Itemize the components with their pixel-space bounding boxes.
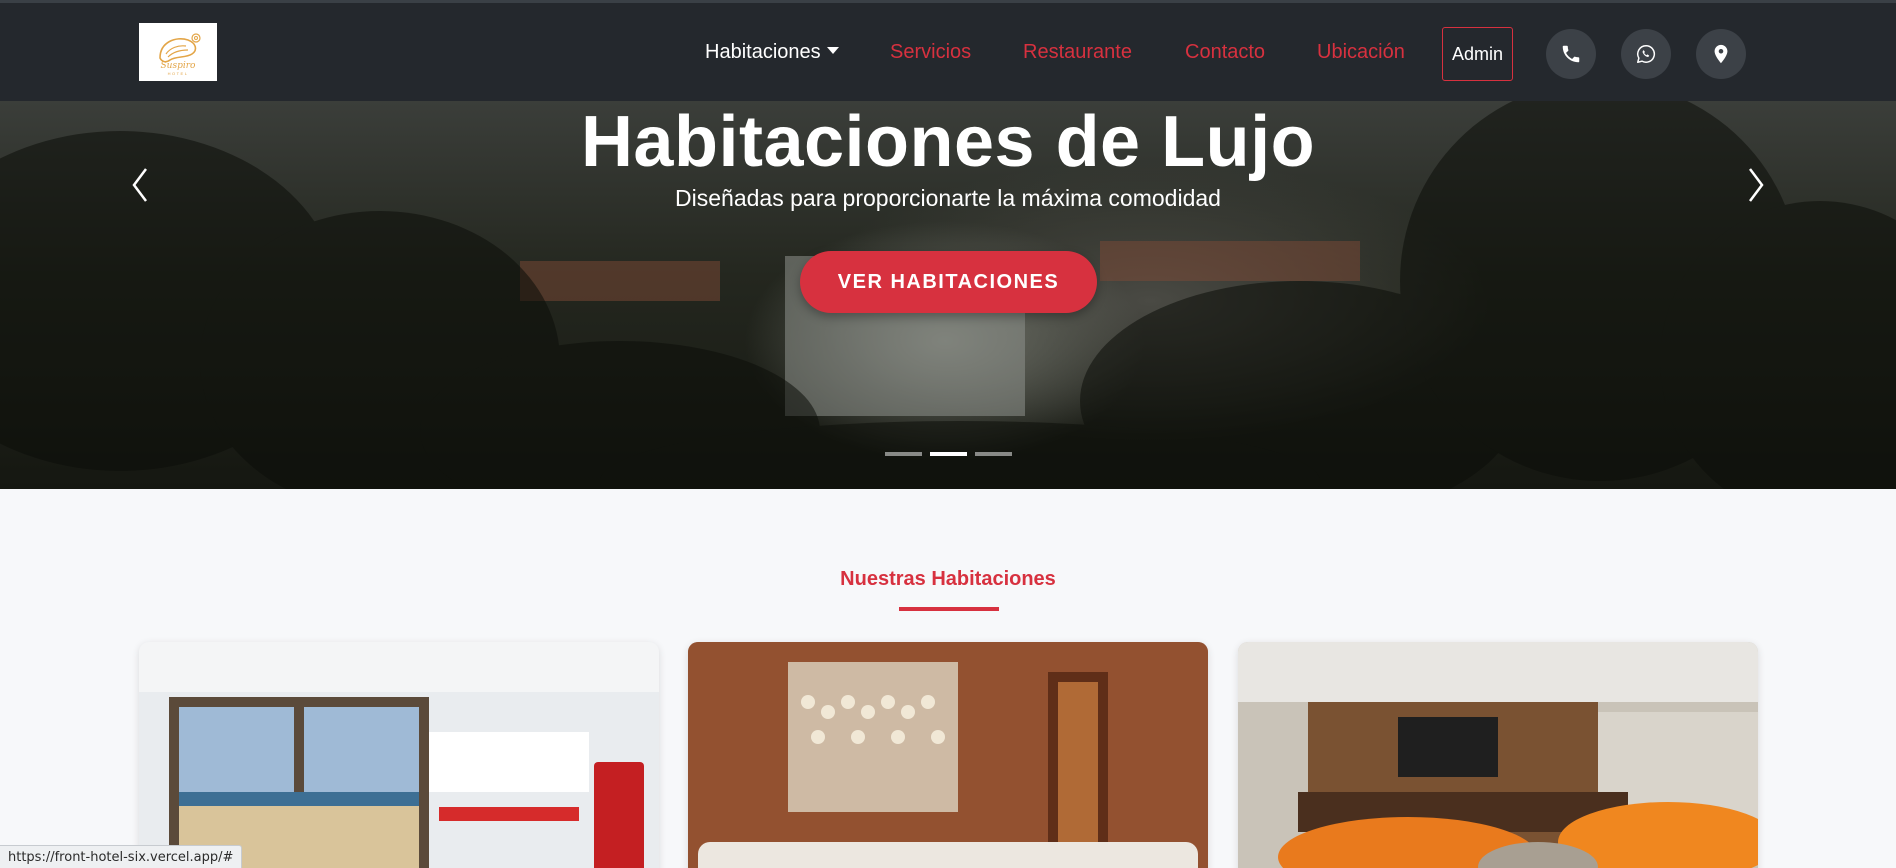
macrame-living-room-photo (688, 642, 1208, 868)
chevron-right-icon (1749, 168, 1764, 202)
location-pin-icon (1714, 44, 1728, 64)
nav-item-servicios[interactable]: Servicios (890, 41, 971, 64)
admin-button[interactable]: Admin (1442, 27, 1513, 81)
shell-logo-icon: Suspiro HOTEL (159, 33, 201, 76)
nav-item-contacto[interactable]: Contacto (1185, 41, 1265, 64)
carousel-indicator-2[interactable] (930, 452, 967, 456)
logo-name: Suspiro (161, 61, 197, 71)
whatsapp-icon (1637, 45, 1656, 63)
room-card-2[interactable] (688, 642, 1208, 868)
carousel-indicator-1[interactable] (885, 452, 922, 456)
carousel-prev-button[interactable] (126, 165, 156, 205)
view-rooms-button[interactable]: VER HABITACIONES (800, 251, 1097, 313)
hero-carousel: Habitaciones de Lujo Diseñadas para prop… (0, 101, 1896, 489)
kitchen-beach-view-photo (139, 642, 659, 868)
whatsapp-button[interactable] (1621, 29, 1671, 79)
carousel-indicator-3[interactable] (975, 452, 1012, 456)
hero-subtitle: Diseñadas para proporcionarte la máxima … (675, 185, 1221, 211)
nav-item-restaurante[interactable]: Restaurante (1023, 41, 1132, 64)
orange-sofa-lounge-photo (1238, 642, 1758, 868)
caret-down-icon (826, 47, 839, 55)
nav-item-habitaciones[interactable]: Habitaciones (705, 41, 839, 64)
logo-sub: HOTEL (168, 71, 189, 76)
browser-status-bar: https://front-hotel-six.vercel.app/# (0, 845, 243, 868)
carousel-next-button[interactable] (1740, 165, 1770, 205)
phone-icon (1562, 45, 1580, 63)
nav-item-ubicacion[interactable]: Ubicación (1317, 41, 1405, 64)
location-button[interactable] (1696, 29, 1746, 79)
section-title: Nuestras Habitaciones (840, 568, 1056, 590)
hero-title: Habitaciones de Lujo (580, 102, 1316, 182)
room-card-3[interactable] (1238, 642, 1758, 868)
hotel-logo[interactable]: Suspiro HOTEL (139, 23, 217, 81)
chevron-left-icon (132, 168, 147, 202)
room-card-1[interactable] (139, 642, 659, 868)
phone-button[interactable] (1546, 29, 1596, 79)
navbar: Suspiro HOTEL Habitaciones Servicios Res… (0, 0, 1896, 101)
nav-item-label: Habitaciones (705, 41, 821, 63)
section-underline (899, 607, 999, 611)
